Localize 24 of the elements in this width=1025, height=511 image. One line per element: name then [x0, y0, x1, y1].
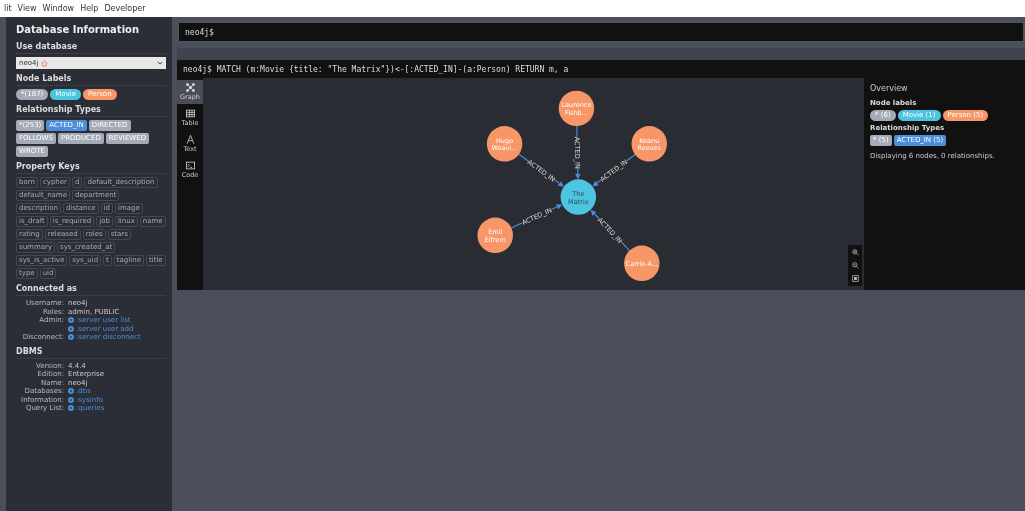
sidebar-title: Database Information	[16, 24, 141, 35]
caret-icon	[157, 61, 163, 65]
section-heading: DBMS	[16, 344, 166, 359]
section-heading: Use database	[16, 40, 166, 54]
menu-item[interactable]: lit	[4, 4, 12, 13]
menu-item[interactable]: View	[17, 4, 37, 13]
house-icon	[41, 59, 49, 67]
graph-icon	[185, 83, 195, 92]
section-heading: Property Keys	[16, 160, 166, 174]
table-icon	[185, 109, 195, 118]
zoom-in-icon[interactable]	[851, 249, 859, 256]
letter-a-icon	[185, 135, 195, 144]
menu-item[interactable]: Help	[80, 4, 99, 13]
menu-item[interactable]: Window	[42, 4, 75, 13]
zoom-out-icon[interactable]	[851, 262, 859, 269]
query-text: neo4j$ MATCH (m:Movie {title: "The Matrix"})<-[:ACTED_IN]-(a:Person) RETURN m, a	[177, 60, 1025, 78]
section-heading: Node Labels	[16, 72, 166, 86]
terminal-icon	[185, 161, 195, 170]
fit-screen-icon[interactable]	[851, 275, 859, 282]
menu-item[interactable]: Developer	[104, 4, 146, 13]
section-heading: Relationship Types	[16, 103, 166, 117]
overview-title: Overview	[870, 84, 909, 93]
section-heading: Connected as	[16, 282, 166, 296]
query-editor[interactable]: neo4j$	[177, 21, 1025, 43]
